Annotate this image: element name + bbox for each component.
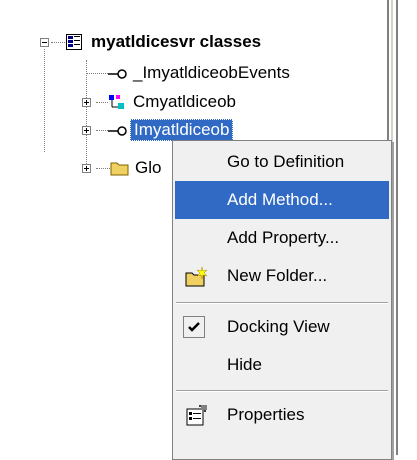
check-icon: [183, 316, 205, 338]
coclass-icon: [108, 94, 126, 110]
menu-item-label: Docking View: [227, 317, 330, 336]
tree-root[interactable]: myatldicesvr classes: [66, 30, 264, 54]
expand-toggle[interactable]: [82, 98, 91, 107]
class-view-tree: myatldicesvr classes _ImyatldiceobEvents…: [0, 0, 417, 460]
menu-item-add-method[interactable]: Add Method...: [175, 181, 389, 219]
tree-item[interactable]: Glo: [110, 156, 164, 180]
menu-item-properties[interactable]: Properties: [175, 396, 389, 434]
tree-line: [86, 60, 88, 168]
menu-item-label: Properties: [227, 405, 305, 424]
tree-item-label: Cmyatldiceob: [133, 92, 236, 111]
expand-toggle[interactable]: [82, 126, 91, 135]
tree-line: [51, 42, 67, 44]
tree-item-label: Glo: [135, 158, 162, 177]
tree-line: [96, 168, 110, 170]
menu-item-add-property[interactable]: Add Property...: [175, 219, 389, 257]
tree-line: [96, 102, 108, 104]
tree-root-label: myatldicesvr classes: [91, 32, 262, 51]
panel-border-outer: [396, 0, 398, 455]
menu-item-label: New Folder...: [227, 266, 328, 285]
expand-toggle[interactable]: [82, 164, 91, 173]
new-folder-icon: [185, 266, 208, 287]
menu-item-label: Add Method...: [227, 190, 333, 209]
tree-line: [86, 73, 108, 75]
tree-item[interactable]: Imyatldiceob: [108, 118, 234, 142]
menu-separator: [176, 302, 388, 304]
menu-separator: [176, 390, 388, 392]
context-menu: Go to Definition Add Method... Add Prope…: [172, 140, 392, 460]
menu-item-label: Go to Definition: [227, 152, 345, 171]
tree-item[interactable]: _ImyatldiceobEvents: [108, 61, 293, 85]
menu-item-docking-view[interactable]: Docking View: [175, 308, 389, 346]
properties-icon: [185, 405, 207, 426]
tree-item-label: _ImyatldiceobEvents: [133, 63, 290, 82]
interface-icon: [108, 65, 127, 81]
menu-item-go-to-definition[interactable]: Go to Definition: [175, 143, 389, 181]
project-classes-icon: [66, 34, 84, 50]
menu-item-label: Hide: [227, 355, 262, 374]
folder-icon: [110, 160, 129, 176]
tree-line: [44, 49, 46, 152]
interface-icon: [108, 122, 127, 138]
collapse-toggle[interactable]: [40, 38, 49, 47]
tree-item[interactable]: Cmyatldiceob: [108, 90, 239, 114]
menu-item-new-folder[interactable]: New Folder...: [175, 257, 389, 295]
tree-line: [96, 130, 108, 132]
tree-item-label: Imyatldiceob: [130, 119, 234, 141]
menu-item-label: Add Property...: [227, 228, 340, 247]
menu-item-hide[interactable]: Hide: [175, 346, 389, 384]
